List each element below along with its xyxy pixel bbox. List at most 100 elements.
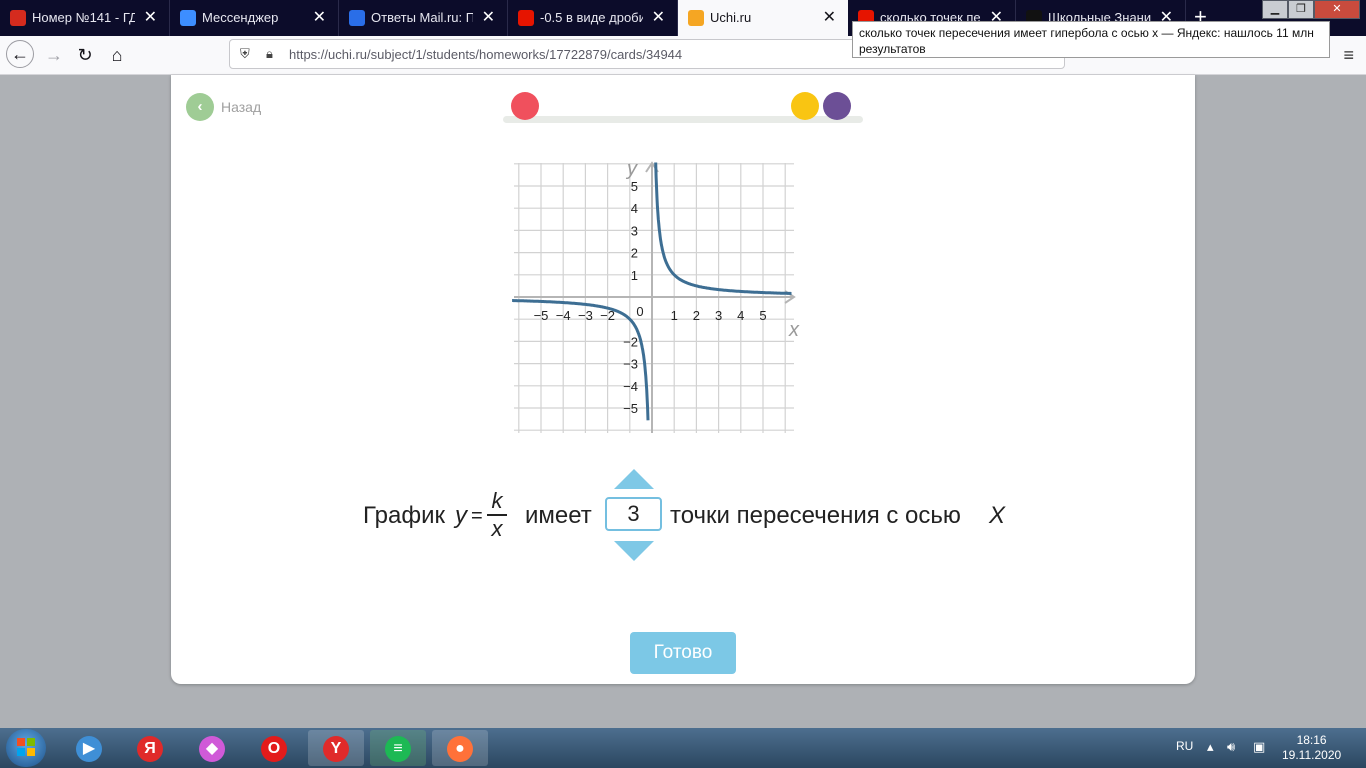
url-text[interactable]: https://uchi.ru/subject/1/students/homew… <box>289 47 682 62</box>
browser-tab[interactable]: Uchi.ru ✕ <box>678 0 848 36</box>
hyperbola-branch-positive <box>654 162 792 295</box>
sound-app-glyph: ▶ <box>76 735 102 762</box>
formula-middle: имеет <box>525 502 592 529</box>
increment-arrow-icon[interactable] <box>614 469 654 489</box>
yandex-app-glyph: Я <box>137 735 163 762</box>
russia-flag-icon <box>10 10 26 26</box>
firefox-app-glyph: ● <box>447 735 473 762</box>
formula-prefix: График <box>363 502 445 529</box>
volume-icon[interactable]: 🔊︎ <box>1227 739 1235 755</box>
lock-icon[interactable]: 🔒︎ <box>266 46 273 62</box>
tab-tooltip: сколько точек пересечения имеет гипербол… <box>852 21 1330 58</box>
chevron-left-icon[interactable]: ‹ <box>186 93 214 121</box>
x-tick-label: −3 <box>578 308 593 323</box>
hyperbola-graph: −5 −4 −3 −2 1 2 3 4 554321−2−3−4−50 x y <box>512 158 800 433</box>
formula-var-y: y <box>455 502 467 529</box>
x-tick-label: 5 <box>759 308 766 323</box>
answer-input[interactable]: 3 <box>605 497 662 531</box>
shield-icon[interactable]: ⛨ <box>240 46 250 62</box>
yandex-app-icon[interactable]: Я <box>122 730 178 766</box>
tab-title[interactable]: Uchi.ru <box>710 0 814 36</box>
browser-tab[interactable]: Номер №141 - ГДЗ ✕ <box>0 0 170 36</box>
x-tick-label: −4 <box>556 308 571 323</box>
opera-app-icon[interactable]: O <box>246 730 302 766</box>
clock[interactable]: 18:16 19.11.2020 <box>1282 733 1341 763</box>
crystal-app-glyph: ◆ <box>199 735 225 762</box>
windows-logo-icon <box>17 738 35 756</box>
window-controls: ▁ ❐ ✕ <box>1262 0 1360 19</box>
formula-suffix: точки пересечения с осью <box>670 502 961 529</box>
spotify-app-icon[interactable]: ≡ <box>370 730 426 766</box>
y-tick-label: −4 <box>623 379 638 394</box>
fraction-numerator: k <box>491 488 503 513</box>
back-arrow-icon[interactable]: ← <box>6 40 34 68</box>
close-tab-icon[interactable]: ✕ <box>144 0 157 36</box>
formula-axis-name: X <box>989 502 1006 529</box>
crystal-app-icon[interactable]: ◆ <box>184 730 240 766</box>
page-background: ‹ Назад −5 −4 −3 −2 1 2 3 4 5 5 4 3 2 1 −2 −3 −4 −5 0 x y … <box>0 75 1366 728</box>
close-tab-icon[interactable]: ✕ <box>482 0 495 36</box>
y-axis-label: y <box>625 158 638 180</box>
opera-app-glyph: O <box>261 735 287 762</box>
reload-icon[interactable]: ↻ <box>71 41 99 69</box>
tab-title[interactable]: Ответы Mail.ru: Пом <box>371 0 473 36</box>
origin-label: 0 <box>636 304 643 319</box>
x-tick-label: 2 <box>693 308 700 323</box>
done-button[interactable]: Готово <box>630 632 736 674</box>
home-icon[interactable]: ⌂ <box>103 41 131 69</box>
question-formula: График y = k x имеет 3 точки пересечения… <box>363 469 1006 561</box>
spotify-app-glyph: ≡ <box>385 735 411 762</box>
yandex-icon <box>518 10 534 26</box>
hamburger-menu-icon[interactable]: ≡ <box>1343 45 1354 66</box>
uchi-icon <box>688 10 704 26</box>
language-indicator[interactable]: RU <box>1176 739 1193 753</box>
y-tick-label: −5 <box>623 401 638 416</box>
firefox-app-icon[interactable]: ● <box>432 730 488 766</box>
browser-tab[interactable]: Ответы Mail.ru: Пом✕ <box>339 0 508 36</box>
forward-arrow-icon[interactable]: → <box>40 41 68 69</box>
y-tick-label: 4 <box>631 201 638 216</box>
y-tick-label: −3 <box>623 357 638 372</box>
x-axis-label: x <box>788 319 800 341</box>
tab-title[interactable]: -0.5 в виде дроби — <box>540 0 643 36</box>
network-icon[interactable]: ▣ <box>1253 739 1265 755</box>
tab-title[interactable]: Номер №141 - ГДЗ <box>32 0 135 36</box>
progress-dot <box>823 92 851 120</box>
y-tick-label: 5 <box>631 179 638 194</box>
maximize-button[interactable]: ❐ <box>1288 0 1314 19</box>
y-tick-label: 1 <box>631 268 638 283</box>
decrement-arrow-icon[interactable] <box>614 541 654 561</box>
x-tick-label: −5 <box>534 308 549 323</box>
close-tab-icon[interactable]: ✕ <box>313 0 326 36</box>
browser-tab[interactable]: -0.5 в виде дроби —✕ <box>508 0 678 36</box>
fraction: k x <box>487 489 507 541</box>
tab-title[interactable]: Мессенджер <box>202 0 304 36</box>
mailru-answers-icon <box>349 10 365 26</box>
sound-app-icon[interactable]: ▶ <box>61 730 117 766</box>
x-tick-label: 1 <box>671 308 678 323</box>
messenger-icon <box>180 10 196 26</box>
browser-tab[interactable]: Мессенджер ✕ <box>170 0 339 36</box>
yandex-browser-app-icon[interactable]: Y <box>308 730 364 766</box>
y-tick-label: 3 <box>631 223 638 238</box>
x-tick-label: 4 <box>737 308 744 323</box>
fraction-denominator: x <box>491 516 503 541</box>
x-tick-label: 3 <box>715 308 722 323</box>
exercise-card: ‹ Назад −5 −4 −3 −2 1 2 3 4 5 5 4 3 2 1 −2 −3 −4 −5 0 x y … <box>171 75 1195 684</box>
tray-expand-icon[interactable]: ▴ <box>1207 739 1214 755</box>
back-label[interactable]: Назад <box>221 99 261 115</box>
progress-dot <box>791 92 819 120</box>
close-window-button[interactable]: ✕ <box>1314 0 1360 19</box>
yandex-browser-app-glyph: Y <box>323 735 349 762</box>
formula-equals: = <box>471 505 483 527</box>
y-tick-label: 2 <box>631 246 638 261</box>
graph-axes <box>514 161 796 433</box>
close-tab-icon[interactable]: ✕ <box>823 0 836 36</box>
close-tab-icon[interactable]: ✕ <box>652 0 665 36</box>
progress-dot <box>511 92 539 120</box>
windows-taskbar: ▶ Я ◆ O Y ≡ ● RU ▴ 🔊︎ ▣ 18:16 19.11.2020 <box>0 728 1366 768</box>
start-button[interactable] <box>6 729 46 767</box>
minimize-button[interactable]: ▁ <box>1262 0 1288 19</box>
clock-date: 19.11.2020 <box>1282 748 1342 762</box>
y-tick-label: −2 <box>623 334 638 349</box>
